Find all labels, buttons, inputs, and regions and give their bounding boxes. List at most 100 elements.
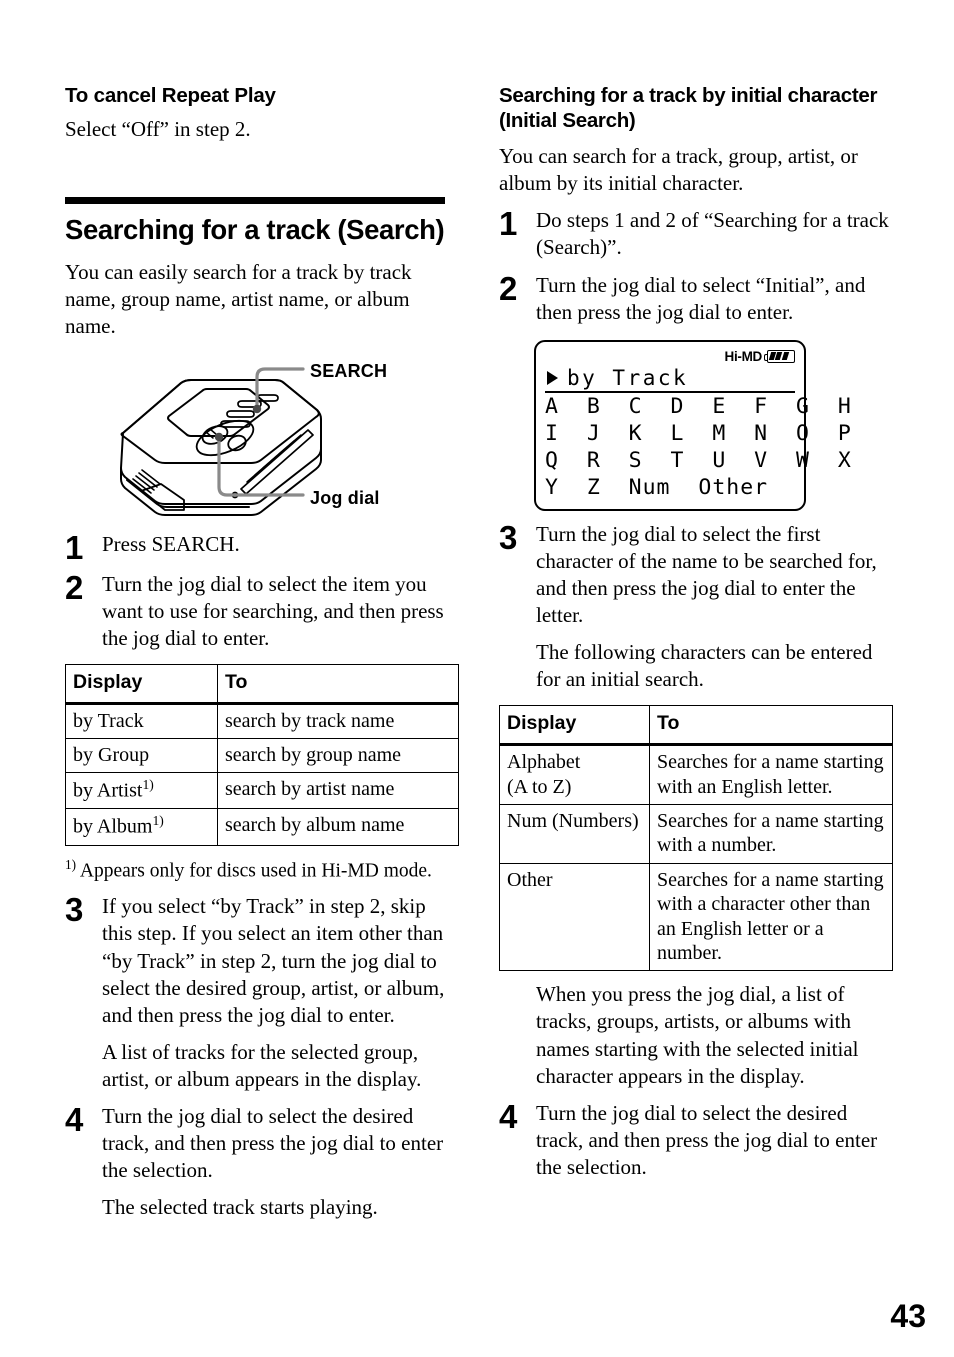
table-row: Other Searches for a name starting with …	[499, 862, 893, 972]
cell-to: search by group name	[217, 738, 459, 774]
step-number: 3	[65, 891, 84, 929]
footnote-marker: 1)	[142, 777, 154, 793]
cell-to: Searches for a name starting with an Eng…	[649, 744, 893, 805]
lcd-display-figure: Hi-MD by Track A B C D E F G H I J K L M…	[534, 339, 852, 511]
footnote-text: Appears only for discs used in Hi-MD mod…	[79, 860, 432, 881]
step-paragraph: The selected track starts playing.	[102, 1195, 378, 1220]
lcd-alphabet-row: Q R S T U V W X	[545, 447, 852, 473]
step-text: Do steps 1 and 2 of “Searching for a tra…	[529, 207, 893, 261]
two-column-layout: To cancel Repeat Play Select “Off” in st…	[0, 84, 954, 1221]
table-header-row: Display To	[65, 663, 459, 705]
step-number: 1	[65, 528, 84, 566]
step-1-right: 1 Do steps 1 and 2 of “Searching for a t…	[499, 207, 893, 261]
step-paragraph: Press SEARCH.	[102, 531, 240, 556]
column-header-display: Display	[499, 705, 650, 747]
step-number-spacer	[499, 981, 529, 984]
step-3-right: 3 Turn the jog dial to select the first …	[499, 521, 893, 693]
lcd-selected-row: by Track	[545, 366, 795, 393]
himd-mode-indicator: Hi-MD	[724, 348, 763, 364]
cancel-repeat-heading: To cancel Repeat Play	[65, 84, 276, 107]
lcd-status-bar: Hi-MD	[545, 348, 795, 365]
page-number: 43	[890, 1298, 926, 1334]
column-header-display: Display	[65, 663, 218, 705]
table-row: by Track search by track name	[65, 702, 459, 740]
footnote-marker: 1)	[65, 856, 77, 872]
table-footnote: 1) Appears only for discs used in Hi-MD …	[65, 857, 459, 884]
step-number: 4	[499, 1097, 518, 1135]
after-table-note-block: When you press the jog dial, a list of t…	[499, 981, 893, 1089]
step-number: 2	[65, 568, 84, 606]
search-section-heading: Searching for a track (Search)	[65, 214, 445, 246]
cell-text: by Album	[73, 816, 153, 839]
step-paragraph: Turn the jog dial to select the desired …	[102, 1103, 444, 1183]
step-text: If you select “by Track” in step 2, skip…	[95, 893, 459, 1093]
section-divider-rule	[65, 197, 445, 205]
step-number: 2	[499, 269, 518, 307]
table-row: Num (Numbers) Searches for a name starti…	[499, 804, 893, 864]
initial-search-intro: You can search for a track, group, artis…	[499, 144, 858, 196]
left-column: To cancel Repeat Play Select “Off” in st…	[65, 84, 459, 1221]
cell-display: by Track	[65, 702, 218, 740]
lcd-selected-item-label: by Track	[567, 365, 689, 390]
cell-to: Searches for a name starting with a char…	[649, 862, 893, 972]
cell-display: by Group	[65, 738, 218, 774]
cell-display: Other	[499, 862, 650, 972]
table-row: by Group search by group name	[65, 738, 459, 774]
jog-dial-marker	[214, 432, 224, 441]
step-1-left: 1 Press SEARCH.	[65, 528, 459, 566]
step-paragraph: Do steps 1 and 2 of “Searching for a tra…	[536, 208, 889, 260]
md-player-drawing	[120, 366, 322, 516]
lcd-alphabet-row: Y Z Num Other	[545, 474, 769, 500]
step-3-left: 3 If you select “by Track” in step 2, sk…	[65, 893, 459, 1093]
cell-text: by Track	[73, 709, 144, 732]
step-text: Turn the jog dial to select the desired …	[95, 1103, 459, 1221]
search-button-marker	[252, 404, 262, 413]
cell-display: by Album1)	[65, 808, 218, 846]
cell-to: search by track name	[217, 702, 459, 740]
lcd-screen: Hi-MD by Track A B C D E F G H I J K L M…	[534, 339, 852, 511]
after-table-note: When you press the jog dial, a list of t…	[536, 982, 859, 1088]
initial-search-heading: Searching for a track by initial charact…	[499, 84, 878, 132]
cancel-repeat-body: Select “Off” in step 2.	[65, 117, 251, 142]
cell-text: by Artist	[73, 780, 143, 803]
right-column: Searching for a track by initial charact…	[499, 84, 893, 1221]
step-2-right: 2 Turn the jog dial to select “Initial”,…	[499, 269, 893, 326]
cell-text: by Group	[73, 744, 150, 767]
battery-icon	[764, 349, 795, 363]
step-number: 3	[499, 518, 518, 556]
search-section-intro: You can easily search for a track by tra…	[65, 260, 412, 339]
cell-to: search by artist name	[217, 772, 459, 810]
step-4-right: 4 Turn the jog dial to select the desire…	[499, 1100, 893, 1181]
step-4-left: 4 Turn the jog dial to select the desire…	[65, 1103, 459, 1221]
play-triangle-icon	[547, 370, 558, 385]
step-paragraph: Turn the jog dial to select the desired …	[536, 1100, 878, 1179]
step-paragraph: Turn the jog dial to select the item you…	[102, 571, 444, 650]
step-paragraph: If you select “by Track” in step 2, skip…	[102, 894, 445, 1027]
table-header-row: Display To	[499, 705, 893, 747]
step-number: 1	[499, 205, 518, 243]
step-text: Turn the jog dial to select the item you…	[95, 571, 459, 652]
step-paragraph: Turn the jog dial to select “Initial”, a…	[536, 272, 866, 324]
table-row: by Artist1) search by artist name	[65, 772, 459, 810]
table-row: by Album1) search by album name	[65, 808, 459, 846]
column-header-to: To	[649, 705, 893, 747]
step-paragraph: A list of tracks for the selected group,…	[102, 1039, 422, 1091]
table-row: Alphabet (A to Z) Searches for a name st…	[499, 744, 893, 805]
step-text: Turn the jog dial to select “Initial”, a…	[529, 272, 893, 326]
callout-label-jog-dial: Jog dial	[310, 487, 380, 508]
step-text: When you press the jog dial, a list of t…	[529, 981, 893, 1089]
search-items-table: Display To by Track search by track name…	[65, 663, 459, 846]
device-illustration: SEARCH Jog dial	[65, 353, 459, 521]
cell-to: Searches for a name starting with a numb…	[649, 804, 893, 864]
initial-characters-table: Display To Alphabet (A to Z) Searches fo…	[499, 705, 893, 972]
manual-page: To cancel Repeat Play Select “Off” in st…	[0, 0, 954, 1357]
step-text: Turn the jog dial to select the first ch…	[529, 521, 893, 693]
step-paragraph: Turn the jog dial to select the first ch…	[536, 521, 877, 628]
step-2-left: 2 Turn the jog dial to select the item y…	[65, 571, 459, 652]
callout-label-search: SEARCH	[310, 360, 388, 381]
lcd-alphabet-row: I J K L M N O P	[545, 420, 852, 446]
step-paragraph: The following characters can be entered …	[536, 640, 873, 692]
cell-display: by Artist1)	[65, 772, 218, 810]
step-text: Turn the jog dial to select the desired …	[529, 1100, 893, 1181]
step-text: Press SEARCH.	[95, 531, 459, 558]
